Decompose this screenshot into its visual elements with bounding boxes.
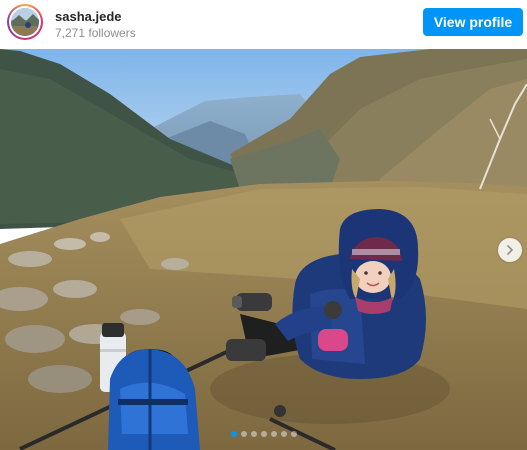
carousel-dot [240,431,247,437]
avatar[interactable] [7,4,43,40]
carousel-dot [230,431,237,437]
carousel-dot [270,431,277,437]
user-info: sasha.jede 7,271 followers [55,9,136,41]
username-link[interactable]: sasha.jede [55,9,136,25]
carousel-dot [260,431,267,437]
post-header: sasha.jede 7,271 followers View profile [0,0,527,49]
carousel-indicator [0,431,527,439]
chevron-right-icon [507,245,513,255]
follower-count: 7,271 followers [55,26,136,40]
next-slide-button[interactable] [498,238,522,262]
carousel-dot [280,431,287,437]
post-photo[interactable] [0,49,527,450]
profile-avatar-image [11,8,39,36]
carousel-dot [290,431,297,437]
view-profile-button[interactable]: View profile [423,8,523,36]
carousel-dot [250,431,257,437]
instagram-embed: sasha.jede 7,271 followers View profile [0,0,527,450]
